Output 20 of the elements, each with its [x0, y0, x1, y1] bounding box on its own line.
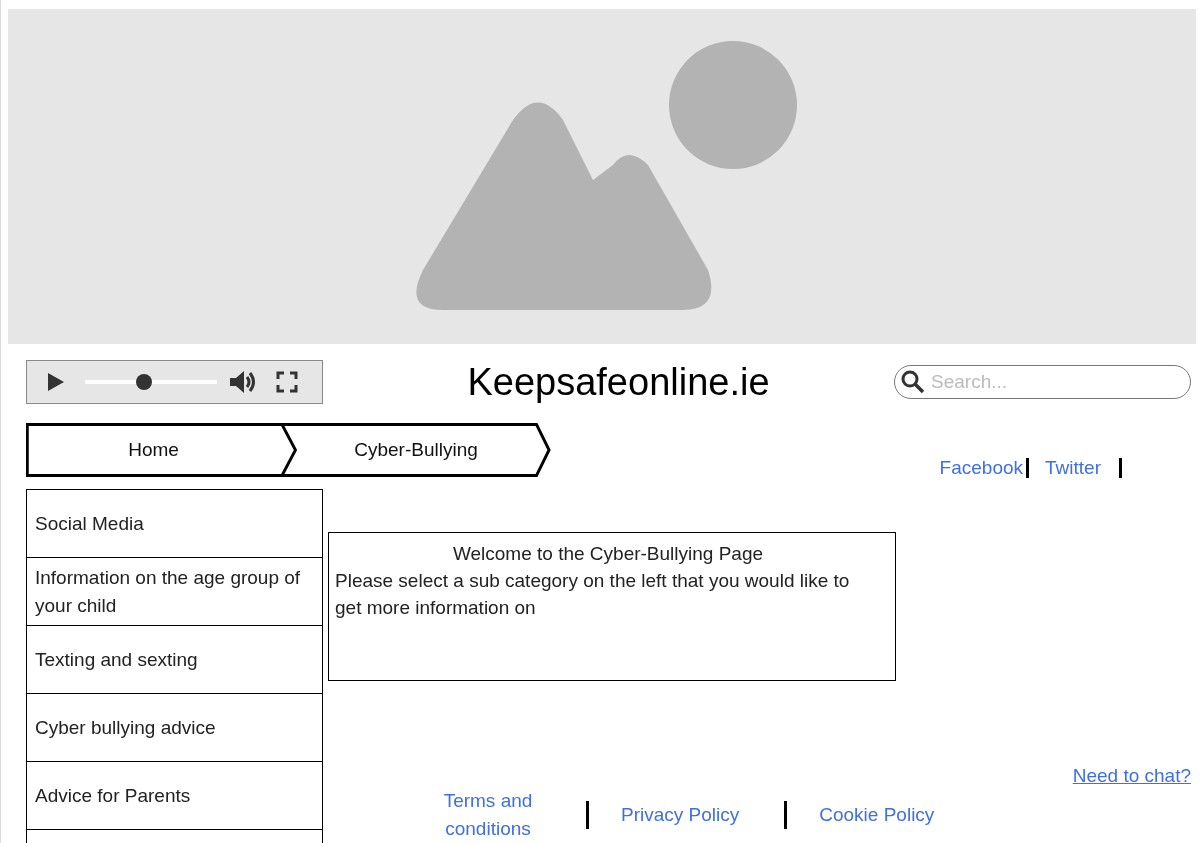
play-icon[interactable]: [47, 372, 65, 392]
sidebar-item[interactable]: Social Media: [26, 489, 323, 557]
footer-link[interactable]: Terms and conditions: [435, 787, 541, 843]
sidebar-item[interactable]: Advice for Parents: [26, 761, 323, 829]
search-field[interactable]: Search...: [894, 365, 1191, 399]
chat-link[interactable]: Need to chat?: [1072, 765, 1191, 787]
social-link[interactable]: Facebook: [939, 457, 1024, 479]
search-icon: [901, 370, 925, 394]
footer-link[interactable]: Privacy Policy: [621, 801, 740, 829]
footer-link[interactable]: Cookie Policy: [819, 801, 935, 829]
welcome-text: Please select a sub category on the left that you would like to get more information on: [335, 569, 851, 620]
sidebar-item[interactable]: Cyber bullying advice: [26, 693, 323, 761]
breadcrumb-item[interactable]: Cyber-Bullying: [281, 423, 551, 477]
breadcrumb-item[interactable]: Home: [26, 423, 281, 477]
sidebar-item[interactable]: Texting and sexting: [26, 625, 323, 693]
fullscreen-icon[interactable]: [276, 371, 298, 393]
site-title: Keepsafeonline.ie: [467, 360, 770, 404]
sidebar-item[interactable]: Information on the age group of your child: [26, 557, 323, 625]
welcome-heading: Welcome to the Cyber-Bullying Page: [451, 542, 765, 566]
social-link[interactable]: Twitter: [1045, 457, 1101, 479]
